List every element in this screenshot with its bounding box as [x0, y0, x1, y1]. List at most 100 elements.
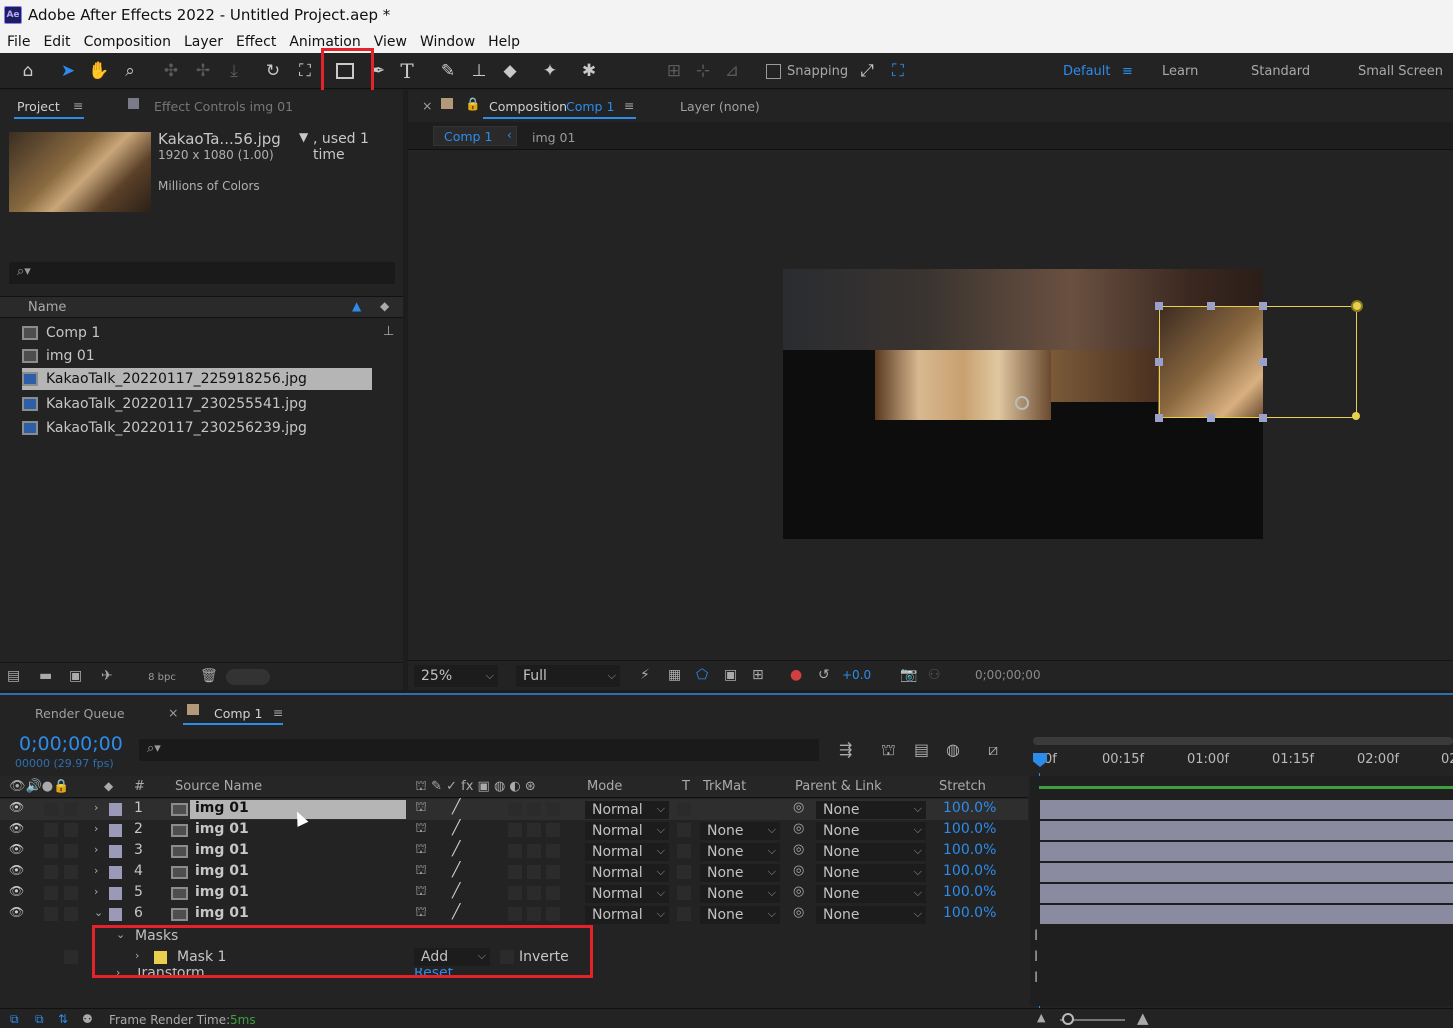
current-time[interactable]: 0;00;00;00	[19, 733, 123, 755]
shy-switch-icon[interactable]: ⛫	[415, 863, 427, 880]
menu-window[interactable]: Window	[413, 34, 481, 50]
mask-visibility-box[interactable]	[64, 950, 78, 964]
layer-duration-bar[interactable]	[1040, 821, 1453, 840]
pick-whip-icon[interactable]: ◎	[793, 863, 804, 878]
switch-box[interactable]	[508, 886, 522, 900]
quality-switch-icon[interactable]: ╱	[452, 904, 460, 920]
pick-whip-icon[interactable]: ◎	[793, 800, 804, 815]
tab-render-queue[interactable]: Render Queue	[35, 706, 125, 721]
expand-chevron-icon[interactable]: ›	[94, 801, 98, 814]
new-composition-icon[interactable]: ▣	[69, 668, 82, 684]
switch-box[interactable]	[508, 865, 522, 879]
comp-mini-flowchart-icon[interactable]: ⇶	[839, 740, 852, 759]
layer-handle[interactable]	[1155, 302, 1163, 310]
layer-handle[interactable]	[1207, 302, 1215, 310]
panel-menu-icon[interactable]: ≡	[73, 98, 83, 113]
roto-brush-tool-icon[interactable]: ✦	[538, 59, 562, 83]
tab-composition[interactable]: Composition	[489, 99, 567, 114]
stretch-value[interactable]: 100.0%	[943, 821, 996, 837]
lock-box[interactable]	[64, 907, 78, 921]
zoom-in-icon[interactable]: ▲	[1137, 1009, 1149, 1027]
dolly-camera-icon[interactable]: ⤓	[222, 59, 246, 83]
layer-duration-bar[interactable]	[1040, 800, 1453, 819]
eye-icon[interactable]: 👁	[9, 863, 24, 877]
layer-row[interactable]: 👁 › 2 img 01 ⛫ ╱ Normal ⌵ None ⌵ ◎ None …	[0, 820, 1028, 841]
fast-previews-icon[interactable]: ⚡	[640, 667, 650, 683]
layer-name-cell[interactable]: img 01	[190, 863, 406, 882]
project-item-img-01[interactable]: img 01	[22, 345, 377, 367]
solo-box[interactable]	[44, 823, 58, 837]
layer-mode-dropdown[interactable]: Normal ⌵	[585, 885, 669, 903]
expand-chevron-icon[interactable]: ›	[94, 843, 98, 856]
stretch-value[interactable]: 100.0%	[943, 905, 996, 921]
label-color-swatch[interactable]	[109, 803, 122, 816]
resolution-dropdown[interactable]: Full ⌵	[516, 665, 620, 687]
column-source-name[interactable]: Source Name	[175, 779, 262, 794]
project-scroll-handle[interactable]	[226, 669, 270, 685]
current-time-display[interactable]: 0;00;00;00	[975, 668, 1041, 682]
channel-icon[interactable]: ●	[790, 667, 802, 683]
tab-effect-controls[interactable]: Effect Controls img 01	[154, 99, 293, 114]
workspace-small-screen[interactable]: Small Screen	[1358, 64, 1443, 79]
solo-box[interactable]	[44, 844, 58, 858]
snapshot-camera-icon[interactable]: 📷	[900, 667, 917, 683]
layer-name-cell[interactable]: img 01	[190, 842, 406, 861]
project-search-input[interactable]: ⌕▾	[9, 262, 395, 284]
pick-whip-icon[interactable]: ◎	[793, 842, 804, 857]
lock-box[interactable]	[64, 823, 78, 837]
switch-box[interactable]	[527, 823, 541, 837]
layer-handle[interactable]	[1155, 358, 1163, 366]
flowchart-icon[interactable]: ⊥	[383, 324, 394, 339]
preview-dropdown-icon[interactable]: ▼	[299, 130, 308, 144]
label-color-swatch[interactable]	[109, 866, 122, 879]
grid-guides-icon[interactable]: ⊞	[752, 667, 764, 683]
project-item-kakaotalk-230255541[interactable]: KakaoTalk_20220117_230255541.jpg	[22, 393, 377, 415]
project-item-kakaotalk-230256239[interactable]: KakaoTalk_20220117_230256239.jpg	[22, 417, 377, 439]
frame-blending-icon[interactable]: ▤	[914, 740, 929, 759]
render-settings-icon[interactable]: ✈	[101, 668, 113, 684]
zoom-out-icon[interactable]: ▲	[1037, 1011, 1045, 1024]
type-tool-icon[interactable]: T	[395, 59, 419, 83]
magnification-dropdown[interactable]: 25% ⌵	[414, 665, 498, 687]
layer-mode-dropdown[interactable]: Normal ⌵	[585, 801, 669, 819]
track-matte-dropdown[interactable]: None ⌵	[700, 864, 780, 882]
solo-box[interactable]	[44, 802, 58, 816]
reset-exposure-icon[interactable]: ↺	[818, 667, 830, 683]
track-matte-dropdown[interactable]: None ⌵	[700, 843, 780, 861]
mask-vertex[interactable]	[1352, 412, 1360, 420]
transparency-grid-icon[interactable]: ▦	[668, 667, 681, 683]
parent-dropdown[interactable]: None ⌵	[816, 801, 926, 819]
snap-feature-icon[interactable]: ⛶	[886, 59, 910, 83]
switch-box[interactable]	[508, 907, 522, 921]
collapse-chevron-icon[interactable]: ⌄	[94, 906, 103, 919]
preserve-transparency-box[interactable]	[677, 907, 691, 921]
bit-depth-button[interactable]: 8 bpc	[140, 668, 184, 686]
stretch-value[interactable]: 100.0%	[943, 800, 996, 816]
layer-name-cell[interactable]: img 01	[190, 884, 406, 903]
sort-ascending-icon[interactable]: ▲	[352, 299, 361, 313]
shy-switch-icon[interactable]: ⛫	[415, 800, 427, 817]
tab-layer[interactable]: Layer (none)	[680, 99, 760, 114]
home-icon[interactable]: ⌂	[16, 59, 40, 83]
preserve-transparency-box[interactable]	[677, 802, 691, 816]
solo-box[interactable]	[44, 865, 58, 879]
layer-duration-bar[interactable]	[1040, 842, 1453, 861]
graph-editor-icon[interactable]: ⧄	[988, 740, 998, 760]
shy-layers-icon[interactable]: ⛫	[881, 740, 896, 761]
workspace-default[interactable]: Default	[1063, 64, 1111, 79]
preserve-transparency-box[interactable]	[677, 886, 691, 900]
track-matte-dropdown[interactable]: None ⌵	[700, 822, 780, 840]
lock-box[interactable]	[64, 886, 78, 900]
preserve-transparency-box[interactable]	[677, 823, 691, 837]
show-snapshot-icon[interactable]: ⚇	[928, 667, 941, 683]
layer-row[interactable]: 👁 ⌄ 6 img 01 ⛫ ╱ Normal ⌵ None ⌵ ◎ None …	[0, 904, 1028, 925]
region-of-interest-icon[interactable]: ▣	[724, 667, 737, 683]
switch-box[interactable]	[527, 907, 541, 921]
track-matte-dropdown[interactable]: None ⌵	[700, 885, 780, 903]
layer-row[interactable]: 👁 › 5 img 01 ⛫ ╱ Normal ⌵ None ⌵ ◎ None …	[0, 883, 1028, 904]
workspace-standard[interactable]: Standard	[1251, 64, 1310, 79]
stretch-value[interactable]: 100.0%	[943, 884, 996, 900]
switch-box[interactable]	[527, 865, 541, 879]
switch-box[interactable]	[508, 823, 522, 837]
pick-whip-icon[interactable]: ◎	[793, 884, 804, 899]
